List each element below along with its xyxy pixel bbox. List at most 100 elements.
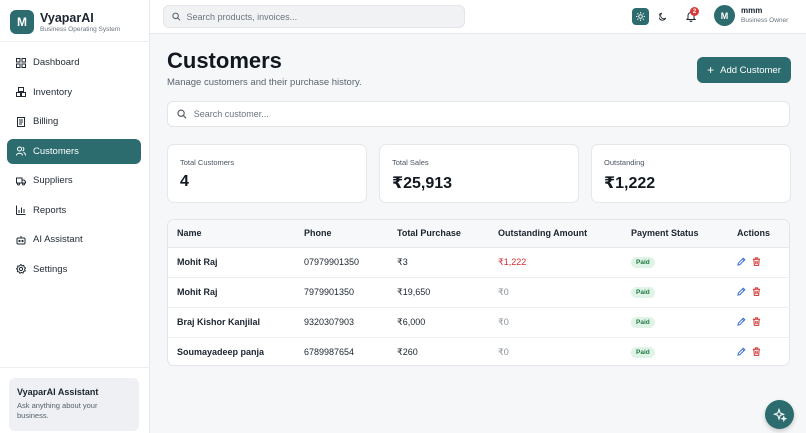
sidebar-item-label: Suppliers <box>33 175 73 186</box>
page-title: Customers <box>167 48 282 73</box>
total-purchase: ₹6,000 <box>397 307 498 338</box>
light-mode-button[interactable] <box>632 8 649 25</box>
grid-icon <box>16 57 26 68</box>
assistant-card[interactable]: VyaparAI Assistant Ask anything about yo… <box>9 378 139 431</box>
topbar: 2 M mmm Business Owner <box>150 0 806 34</box>
trash-icon[interactable] <box>752 286 761 296</box>
edit-icon[interactable] <box>737 286 746 296</box>
sidebar-item-customers[interactable]: Customers <box>7 138 141 164</box>
sidebar-item-suppliers[interactable]: Suppliers <box>7 168 141 193</box>
bot-icon <box>16 235 26 245</box>
edit-icon[interactable] <box>737 316 746 326</box>
search-icon <box>177 109 187 119</box>
brand-tagline: Business Operating System <box>40 25 121 33</box>
trash-icon[interactable] <box>752 256 761 266</box>
user-profile[interactable]: M mmm Business Owner <box>714 5 788 26</box>
stat-label: Total Sales <box>392 158 429 167</box>
table-row: Braj Kishor Kanjilal 9320307903 ₹6,000 ₹… <box>168 307 789 338</box>
column-header: Outstanding Amount <box>498 220 631 248</box>
stat-value: 4 <box>180 173 189 190</box>
sidebar-item-dashboard[interactable]: Dashboard <box>7 50 141 75</box>
assistant-card-description: Ask anything about your business. <box>17 401 98 420</box>
global-search[interactable] <box>163 5 465 28</box>
sidebar-item-reports[interactable]: Reports <box>7 198 141 223</box>
page-subtitle: Manage customers and their purchase hist… <box>167 77 362 88</box>
status-badge: Paid <box>631 287 655 298</box>
sidebar-item-inventory[interactable]: Inventory <box>7 80 141 105</box>
total-purchase: ₹260 <box>397 346 418 357</box>
stat-card-outstanding: Outstanding ₹1,222 <box>591 144 791 203</box>
customer-search[interactable] <box>167 101 790 127</box>
customer-phone: 07979901350 <box>304 247 397 278</box>
sidebar-item-ai-assistant[interactable]: AI Assistant <box>7 227 141 252</box>
truck-icon <box>16 176 26 186</box>
user-role: Business Owner <box>741 17 789 24</box>
avatar: M <box>714 5 735 26</box>
column-header: Total Purchase <box>397 220 498 248</box>
sidebar-item-label: Settings <box>33 263 68 275</box>
add-customer-label: Add Customer <box>720 64 781 76</box>
sidebar-item-label: Reports <box>33 204 67 216</box>
edit-icon[interactable] <box>737 347 746 356</box>
notification-count-badge: 2 <box>690 7 699 16</box>
stat-label: Total Customers <box>180 158 235 167</box>
trash-icon[interactable] <box>752 316 761 326</box>
customer-name: Braj Kishor Kanjilal <box>168 307 304 338</box>
stat-label: Outstanding <box>604 158 645 167</box>
column-header: Phone <box>304 220 397 248</box>
sparkles-icon <box>772 407 787 422</box>
search-icon <box>172 12 181 21</box>
receipt-icon <box>16 116 26 127</box>
customer-phone: 6789987654 <box>304 347 355 358</box>
column-header: Name <box>168 220 304 248</box>
brand-name: VyaparAI <box>40 10 94 25</box>
gear-icon <box>16 264 26 274</box>
customers-table: Name Phone Total Purchase Outstanding Am… <box>167 219 790 366</box>
outstanding-amount: ₹0 <box>498 346 509 357</box>
table-row: Soumayadeep panja 6789987654 ₹260 ₹0 Pai… <box>168 337 789 365</box>
customer-name: Mohit Raj <box>168 277 304 308</box>
sidebar-item-billing[interactable]: Billing <box>7 109 141 134</box>
outstanding-amount: ₹0 <box>498 277 631 308</box>
assistant-card-title: VyaparAI Assistant <box>17 387 99 397</box>
brand[interactable]: M VyaparAI Business Operating System <box>0 2 149 42</box>
add-customer-button[interactable]: + Add Customer <box>697 57 791 83</box>
stat-card-total-sales: Total Sales ₹25,913 <box>379 144 579 203</box>
table-row: Mohit Raj 07979901350 ₹3 ₹1,222 Paid <box>168 247 789 278</box>
sidebar-nav: Dashboard Inventory Billing Customers Su… <box>7 50 141 286</box>
moon-icon <box>659 12 667 21</box>
divider <box>0 41 150 42</box>
status-badge: Paid <box>631 317 655 328</box>
customer-search-input[interactable] <box>193 109 789 119</box>
sidebar-item-settings[interactable]: Settings <box>7 257 141 282</box>
sidebar-item-label: Dashboard <box>33 57 80 68</box>
bar-chart-icon <box>16 205 26 215</box>
edit-icon[interactable] <box>737 256 746 266</box>
sidebar: M VyaparAI Business Operating System Das… <box>0 0 150 433</box>
table-header-row: Name Phone Total Purchase Outstanding Am… <box>168 220 789 248</box>
status-badge: Paid <box>631 347 655 359</box>
outstanding-amount: ₹1,222 <box>498 247 631 278</box>
global-search-input[interactable] <box>186 11 464 22</box>
column-header: Payment Status <box>631 220 737 248</box>
brand-logo: M <box>10 10 34 34</box>
total-purchase: ₹19,650 <box>397 277 498 308</box>
total-purchase: ₹3 <box>397 247 498 278</box>
sidebar-item-label: Billing <box>33 116 59 127</box>
ai-assistant-fab[interactable] <box>765 400 794 429</box>
sidebar-item-label: Customers <box>33 145 79 157</box>
column-header: Actions <box>737 220 789 248</box>
sidebar-item-label: Inventory <box>33 86 73 98</box>
stat-value: ₹1,222 <box>604 175 656 192</box>
sun-icon <box>636 12 645 21</box>
outstanding-amount: ₹0 <box>498 307 631 338</box>
customer-name: Soumayadeep panja <box>177 347 265 358</box>
stat-card-total-customers: Total Customers 4 <box>167 144 367 203</box>
trash-icon[interactable] <box>752 347 761 356</box>
users-icon <box>16 146 26 156</box>
divider <box>0 367 150 368</box>
plus-icon: + <box>707 63 715 77</box>
customer-phone: 9320307903 <box>304 307 397 338</box>
dark-mode-button[interactable] <box>655 8 672 25</box>
table-row: Mohit Raj 7979901350 ₹19,650 ₹0 Paid <box>168 277 789 308</box>
